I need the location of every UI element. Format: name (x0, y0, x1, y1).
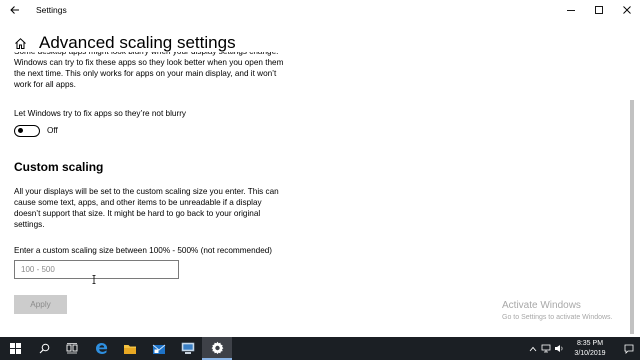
maximize-button[interactable] (589, 2, 609, 18)
start-button[interactable] (0, 337, 30, 360)
minimize-button[interactable] (561, 2, 581, 18)
fix-apps-description: Some desktop apps might look blurry when… (14, 52, 284, 90)
taskbar-app-remote-desktop[interactable] (174, 337, 202, 360)
fix-apps-toggle-label: Let Windows try to fix apps so they’re n… (14, 109, 187, 118)
file-explorer-icon (124, 344, 136, 354)
custom-scaling-description: All your displays will be set to the cus… (14, 187, 279, 230)
activation-watermark-subtitle: Go to Settings to activate Windows. (502, 314, 613, 321)
settings-icon (211, 341, 223, 354)
back-arrow-icon (10, 6, 19, 14)
close-button[interactable] (617, 2, 637, 18)
taskbar-app-file-explorer[interactable] (116, 337, 144, 360)
chevron-up-icon (529, 346, 537, 351)
tray-overflow-button[interactable] (527, 337, 539, 360)
fix-apps-toggle[interactable] (14, 125, 40, 137)
notification-icon (624, 344, 634, 354)
activation-watermark-title: Activate Windows (502, 300, 581, 311)
text-cursor-icon (92, 275, 96, 284)
taskbar-app-edge[interactable] (86, 337, 116, 360)
taskbar-app-mail[interactable] (144, 337, 174, 360)
taskbar-app-settings[interactable] (202, 337, 232, 360)
custom-scaling-heading: Custom scaling (14, 160, 104, 174)
taskbar-clock[interactable]: 8:35 PM 3/10/2019 (566, 339, 614, 358)
edge-icon (95, 343, 107, 354)
maximize-icon (595, 6, 603, 14)
mail-icon (152, 344, 166, 354)
settings-content[interactable]: Some desktop apps might look blurry when… (0, 52, 630, 330)
scaling-input-label: Enter a custom scaling size between 100%… (14, 246, 273, 255)
apply-button[interactable]: Apply (14, 295, 67, 314)
custom-scaling-input[interactable] (14, 260, 179, 279)
taskbar: 8:35 PM 3/10/2019 (0, 337, 640, 360)
vertical-scrollbar[interactable] (630, 100, 634, 334)
network-button[interactable] (540, 337, 552, 360)
volume-button[interactable] (553, 337, 565, 360)
toggle-state-label: Off (47, 126, 58, 135)
close-icon (623, 6, 631, 14)
clock-date: 3/10/2019 (574, 349, 606, 357)
page-title: Advanced scaling settings (39, 33, 236, 52)
start-icon (9, 343, 21, 354)
title-bar: Settings (0, 0, 640, 20)
home-button[interactable] (14, 37, 27, 50)
clock-time: 8:35 PM (576, 340, 604, 347)
toggle-knob (18, 128, 23, 133)
window-title: Settings (36, 5, 67, 15)
remote-desktop-icon (181, 342, 195, 354)
task-view-icon (66, 343, 78, 354)
search-button[interactable] (30, 337, 58, 360)
action-center-button[interactable] (622, 341, 636, 356)
home-icon (15, 38, 26, 49)
minimize-icon (567, 10, 575, 11)
speaker-icon (555, 345, 563, 352)
network-icon (541, 344, 551, 353)
search-icon (39, 343, 49, 354)
back-button[interactable] (8, 3, 22, 17)
task-view-button[interactable] (58, 337, 86, 360)
